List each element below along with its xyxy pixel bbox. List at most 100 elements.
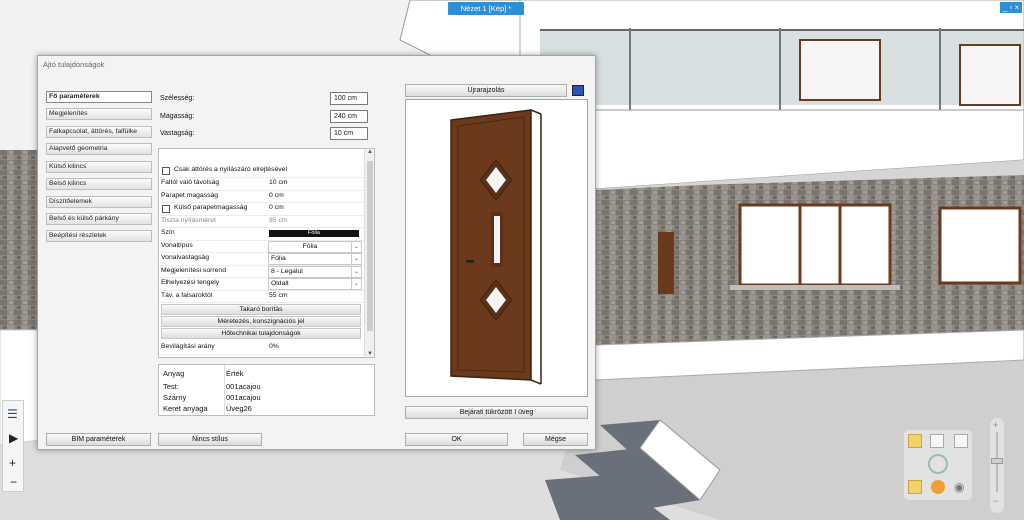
nav-beepitesi-reszletek[interactable]: Beépítési részletek [46,230,152,242]
section-hotechnikai[interactable]: Hőtechnikai tulajdonságok [161,328,361,339]
grid-row: Tiszta nyílásméret 85 cm [159,216,364,228]
grid-row: Vonaltípus Fólia ⌄ [159,240,364,253]
placement-axis-label: Elhelyezési tengely [161,279,220,286]
hide-opening-checkbox[interactable] [162,167,170,175]
door-properties-dialog: Ajtó tulajdonságok Fő paraméterek Megjel… [37,55,596,450]
door-preview-drawing [450,109,542,385]
linewidth-label: Vonalvastagság [161,254,209,261]
dialog-title: Ajtó tulajdonságok [43,60,105,69]
hide-opening-label: Csak áttörés a nyílászáró elrejtésével [174,166,287,173]
thickness-input[interactable]: 10 cm [330,127,368,140]
draw-order-label: Megjelenítési sorrend [161,266,226,274]
parapet-value[interactable]: 0 cm [269,192,284,199]
zoom-out-icon[interactable]: − [993,496,998,506]
material-row-value[interactable]: 001acajou [226,382,261,391]
grid-row: Vonalvastagság Fólia ⌄ [159,253,364,266]
door-preview [405,99,588,397]
section-meretezes[interactable]: Méretezés, konszignációs jel [161,316,361,327]
value-col-header: Érték [226,369,244,378]
linetype-value: Fólia [302,242,318,250]
width-label: Szélesség: [160,95,195,102]
nav-alapveto-geometria[interactable]: Alapvető geometria [46,143,152,155]
grid-scrollbar[interactable]: ▲ ▼ [364,149,374,357]
grid-row: Szín Fólia [159,228,364,241]
door-type-button[interactable]: Bejárati tükrözött I üveg [405,406,588,419]
zoom-slider[interactable]: + − [990,418,1004,513]
outer-parapet-label: Külső parapetmagasság [174,204,248,211]
bim-parameters-button[interactable]: BIM paraméterek [46,433,151,446]
scroll-down-icon[interactable]: ▼ [365,351,374,357]
corner-distance-value[interactable]: 55 cm [269,292,288,299]
list-icon[interactable]: ☰ [7,407,21,421]
chevron-down-icon: ⌄ [351,254,361,264]
placement-axis-dropdown[interactable]: Oldalt ⌄ [268,278,362,290]
window-controls[interactable]: _ ▫ × [1000,2,1022,13]
width-input[interactable]: 100 cm [330,92,368,105]
thickness-label: Vastagság: [160,130,195,137]
nav-falkapcsolat[interactable]: Falkapcsolat, áttörés, falfülke [46,126,152,138]
linetype-label: Vonaltípus [161,241,193,249]
light-ratio-value[interactable]: 0% [269,343,279,350]
nav-diszitoelemek[interactable]: Díszítőelemek [46,196,152,208]
color-swatch[interactable]: Fólia [269,230,359,237]
grid-row: Megjelenítési sorrend 8 - Legalul ⌄ [159,265,364,278]
zoom-minus-button[interactable]: − [10,475,17,489]
grid-row: Táv. a falsaroktól 55 cm [159,291,364,303]
nav-belso-kilincs[interactable]: Belső kilincs [46,178,152,190]
zoom-plus-button[interactable]: + [9,456,16,470]
navigation-cube-widget[interactable]: ◉ [904,430,972,500]
scroll-up-icon[interactable]: ▲ [365,149,374,155]
cube-face-icon[interactable] [908,434,922,448]
chevron-down-icon: ⌄ [351,266,361,277]
grid-row: Elhelyezési tengely Oldalt ⌄ [159,278,364,291]
falto-value[interactable]: 10 cm [269,179,288,186]
ok-button[interactable]: OK [405,433,508,446]
material-row-value[interactable]: Üveg26 [226,404,252,413]
zoom-in-icon[interactable]: + [993,420,998,430]
linewidth-dropdown[interactable]: Fólia ⌄ [268,253,362,265]
light-ratio-label: Bevilágítási arány [161,343,215,350]
parapet-label: Parapet magasság [161,191,219,199]
slider-thumb[interactable] [991,458,1003,464]
redraw-button[interactable]: Újrarajzolás [405,84,567,97]
grid-row: Csak áttörés a nyílászáró elrejtésével [159,165,364,178]
cancel-button[interactable]: Mégse [523,433,588,446]
draw-order-dropdown[interactable]: 8 - Legalul ⌄ [268,265,362,278]
cube-face-icon[interactable] [954,434,968,448]
grid-row: Faltól való távolság 10 cm [159,178,364,191]
play-icon[interactable]: ▶ [9,431,18,445]
nav-fo-parameterek[interactable]: Fő paraméterek [46,91,152,103]
style-button[interactable]: Nincs stílus [158,433,262,446]
grid-row: Bevilágítási arány 0% [159,342,364,355]
section-takaro-boritas[interactable]: Takaró borítás [161,304,361,315]
sun-icon[interactable] [931,480,945,494]
materials-table: Anyag Érték Test: 001acajou Szárny 001ac… [158,364,375,416]
linewidth-value: Fólia [271,255,286,262]
orbit-icon[interactable] [928,454,948,474]
falto-label: Faltól való távolság [161,179,220,186]
column-divider [224,365,225,415]
material-row-value[interactable]: 001acajou [226,393,261,402]
chevron-down-icon: ⌄ [351,279,361,289]
nav-megjelenites[interactable]: Megjelenítés [46,108,152,120]
nav-kulso-kilincs[interactable]: Külső kilincs [46,161,152,173]
scroll-thumb[interactable] [367,161,373,331]
left-toolbar: ☰ ▶ + − [2,400,24,492]
clear-opening-value: 85 cm [269,216,288,224]
outer-parapet-value[interactable]: 0 cm [269,204,284,211]
material-row-name: Test: [163,382,179,391]
height-label: Magasság: [160,113,195,120]
height-input[interactable]: 240 cm [330,110,368,123]
cube-face-icon[interactable] [930,434,944,448]
eye-icon[interactable]: ◉ [954,480,964,494]
linetype-dropdown[interactable]: Fólia ⌄ [268,240,362,253]
placement-axis-value: Oldalt [271,280,289,287]
grid-row: Parapet magasság 0 cm [159,191,364,203]
outer-parapet-checkbox[interactable] [162,205,170,213]
cube-face-icon[interactable] [908,480,922,494]
view-tab[interactable]: Nézet 1 [Kép] * [448,2,524,15]
cube-view-icon[interactable] [572,85,584,96]
material-col-header: Anyag [163,369,185,378]
nav-parkany[interactable]: Belső és külső párkány [46,213,152,225]
color-label: Szín [161,229,175,236]
